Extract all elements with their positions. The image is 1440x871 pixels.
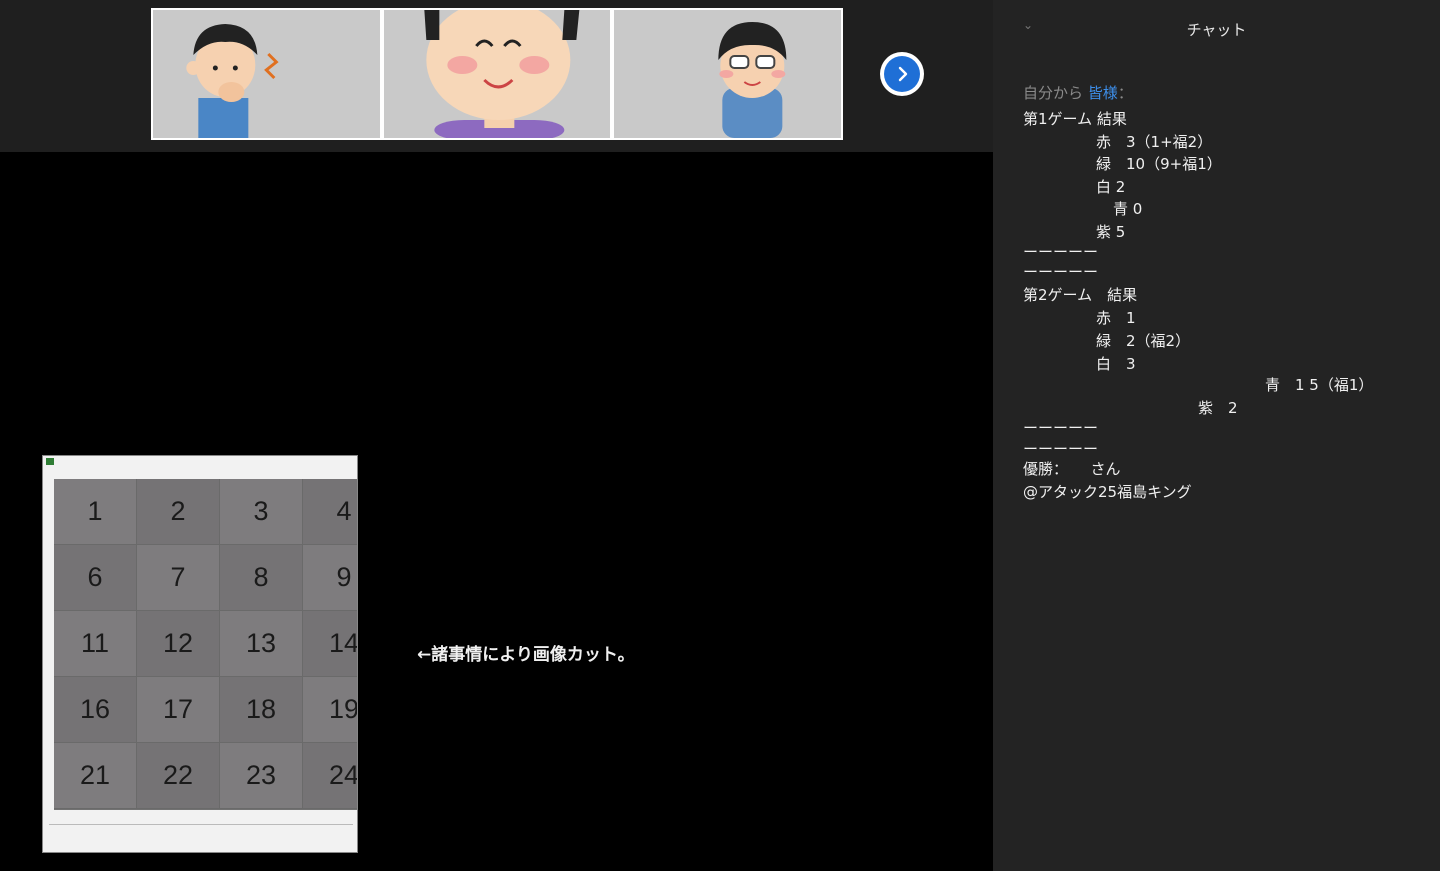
bingo-cell[interactable]: 16 <box>54 677 137 743</box>
bingo-cell[interactable]: 11 <box>54 611 137 677</box>
chat-line: 白 3 <box>1096 355 1136 373</box>
bingo-cell[interactable]: 7 <box>137 545 220 611</box>
bingo-cell[interactable]: 19 <box>303 677 357 743</box>
chevron-right-icon <box>898 66 908 82</box>
bingo-cell[interactable]: 9 <box>303 545 357 611</box>
bingo-cell[interactable]: 24 <box>303 743 357 809</box>
video-thumbnails <box>151 8 843 140</box>
chat-line: 第1ゲーム 結果 <box>1023 110 1127 128</box>
chat-line: 紫 5 <box>1096 223 1126 241</box>
bingo-cell[interactable]: 17 <box>137 677 220 743</box>
recipient-suffix: ： <box>1117 84 1133 102</box>
chat-line: 白 2 <box>1096 178 1126 196</box>
chat-line: 紫 2 <box>1198 399 1238 417</box>
chat-message-header: 自分から 皆様： <box>1023 82 1133 103</box>
app-icon <box>46 457 54 465</box>
bingo-cell[interactable]: 18 <box>220 677 303 743</box>
bingo-window[interactable]: 1 2 3 4 6 7 8 9 11 12 13 14 16 17 18 19 21 22 23 24 <box>43 456 357 852</box>
person-with-glasses-icon <box>718 22 787 138</box>
chat-line: 優勝： さん <box>1023 460 1121 478</box>
divider <box>49 824 353 825</box>
bingo-cell[interactable]: 1 <box>54 479 137 545</box>
smiling-face-icon <box>424 10 580 138</box>
bingo-cell[interactable]: 2 <box>137 479 220 545</box>
chat-line: ーーーーー <box>1023 243 1099 261</box>
video-thumbnail-3[interactable] <box>614 10 842 138</box>
bingo-cell[interactable]: 21 <box>54 743 137 809</box>
stage-note: ←諸事情により画像カット。 <box>417 645 635 665</box>
chat-line: ーーーーー <box>1023 263 1099 281</box>
bingo-cell[interactable]: 6 <box>54 545 137 611</box>
chat-line: 緑 10（9+福1） <box>1096 155 1222 173</box>
video-strip <box>0 0 993 152</box>
bingo-cell[interactable]: 22 <box>137 743 220 809</box>
chat-line: 赤 1 <box>1096 309 1136 327</box>
bingo-cell[interactable]: 8 <box>220 545 303 611</box>
chat-line: 青 1 5（福1） <box>1265 376 1374 394</box>
chat-panel: ⌄ チャット 自分から 皆様： 第1ゲーム 結果赤 3（1+福2）緑 10（9+… <box>993 0 1440 871</box>
sender-label: 自分から <box>1023 84 1084 102</box>
chat-line: @アタック25福島キング <box>1023 483 1192 501</box>
bingo-cell[interactable]: 4 <box>303 479 357 545</box>
bingo-cell[interactable]: 12 <box>137 611 220 677</box>
video-thumbnail-1[interactable] <box>153 10 380 138</box>
chat-line: 青 0 <box>1113 200 1143 218</box>
chat-line: 第2ゲーム 結果 <box>1023 286 1138 304</box>
chat-line: 緑 2（福2） <box>1096 332 1191 350</box>
person-covering-mouth-icon <box>186 24 279 138</box>
bingo-cell[interactable]: 3 <box>220 479 303 545</box>
bingo-titlebar[interactable] <box>43 456 357 466</box>
bingo-cell[interactable]: 23 <box>220 743 303 809</box>
bingo-cell[interactable]: 14 <box>303 611 357 677</box>
next-page-button[interactable] <box>880 52 924 96</box>
chat-line: ーーーーー <box>1023 419 1099 437</box>
recipient-label[interactable]: 皆様 <box>1088 84 1118 102</box>
chat-title: チャット <box>1186 21 1247 39</box>
bingo-grid: 1 2 3 4 6 7 8 9 11 12 13 14 16 17 18 19 21 22 23 24 <box>54 479 357 810</box>
chat-line: 赤 3（1+福2） <box>1096 133 1213 151</box>
bingo-menubar <box>43 466 357 478</box>
video-thumbnail-2[interactable] <box>383 10 611 138</box>
chat-line: ーーーーー <box>1023 440 1099 458</box>
bingo-cell[interactable]: 13 <box>220 611 303 677</box>
